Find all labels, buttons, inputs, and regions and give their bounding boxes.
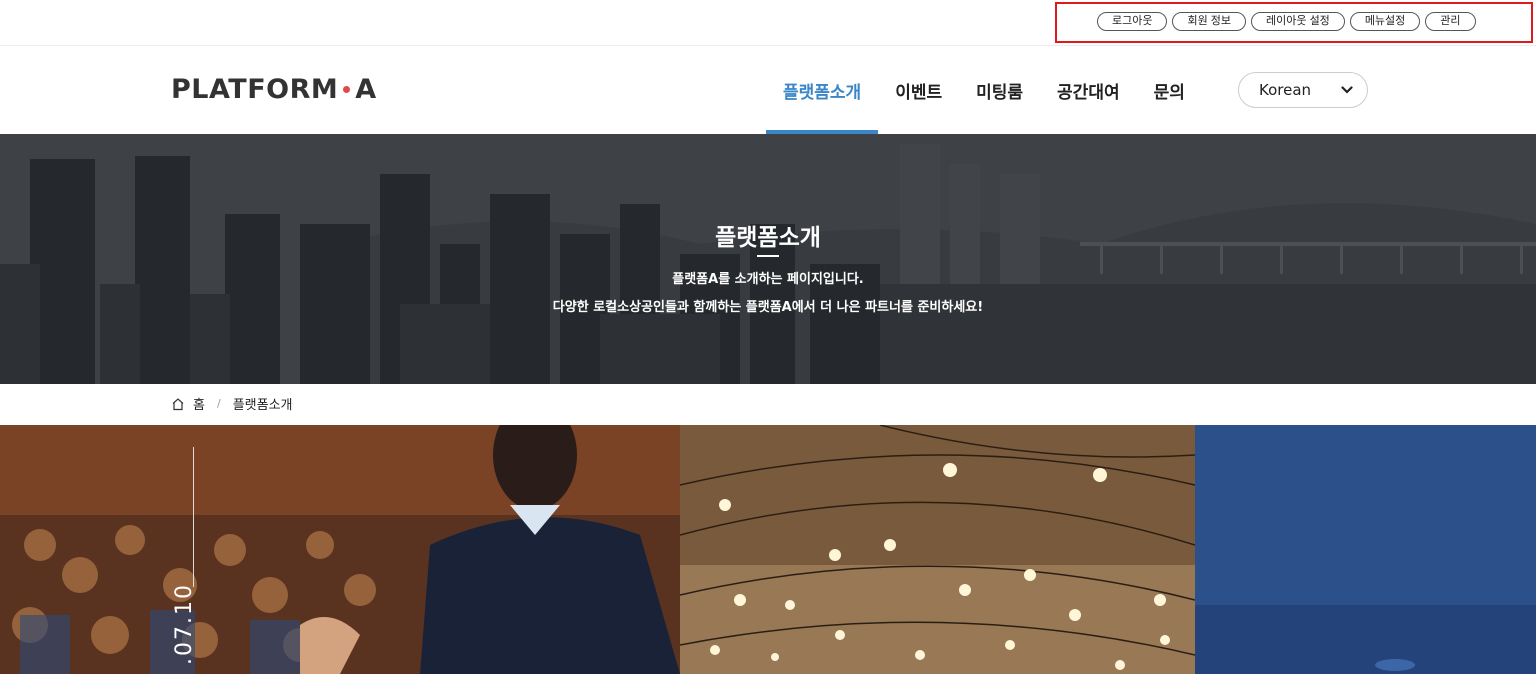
breadcrumb-separator: / bbox=[216, 397, 221, 410]
chevron-down-icon bbox=[1341, 86, 1353, 94]
date-label: .07.10 bbox=[172, 583, 197, 665]
title-divider bbox=[757, 255, 779, 257]
string-lights-image bbox=[680, 425, 1195, 674]
language-select[interactable]: Korean bbox=[1238, 72, 1368, 108]
logo-dot bbox=[343, 86, 351, 93]
conference-image-panel: .07.10 bbox=[0, 425, 680, 674]
hero-banner: 플랫폼소개 플랫폼A를 소개하는 페이지입니다. 다양한 로컬소상공인들과 함께… bbox=[0, 134, 1536, 384]
page-title: 플랫폼소개 bbox=[715, 225, 821, 251]
logout-button[interactable]: 로그아웃 bbox=[1097, 12, 1168, 31]
nav-item-inquiry[interactable]: 문의 bbox=[1137, 46, 1202, 134]
breadcrumb-home[interactable]: 홈 bbox=[193, 394, 205, 413]
home-icon[interactable] bbox=[171, 397, 185, 411]
hero-description-line-2: 다양한 로컬소상공인들과 함께하는 플랫폼A에서 더 나은 파트너를 준비하세요… bbox=[552, 300, 984, 315]
nav-item-platform-intro[interactable]: 플랫폼소개 bbox=[766, 46, 879, 134]
blue-image-panel bbox=[1195, 425, 1536, 674]
logo-text-left: PLATFORM bbox=[171, 74, 339, 105]
utility-buttons: 로그아웃 회원 정보 레이아웃 설정 메뉴설정 관리 bbox=[1097, 12, 1476, 31]
breadcrumb-current: 플랫폼소개 bbox=[232, 398, 293, 413]
language-select-value: Korean bbox=[1259, 81, 1312, 99]
menu-settings-button[interactable]: 메뉴설정 bbox=[1349, 12, 1421, 31]
hero-description-line-1: 플랫폼A를 소개하는 페이지입니다. bbox=[672, 272, 864, 287]
nav-item-space-rental[interactable]: 공간대여 bbox=[1040, 46, 1137, 134]
nav-item-meeting-room[interactable]: 미팅룸 bbox=[959, 46, 1040, 134]
vertical-divider bbox=[193, 447, 194, 587]
main-nav: 플랫폼소개 이벤트 미팅룸 공간대여 문의 bbox=[766, 46, 1202, 134]
layout-settings-button[interactable]: 레이아웃 설정 bbox=[1251, 12, 1345, 31]
utility-bar: 로그아웃 회원 정보 레이아웃 설정 메뉴설정 관리 bbox=[0, 0, 1536, 46]
lights-image-panel bbox=[680, 425, 1195, 674]
logo-text-right: A bbox=[355, 74, 377, 105]
night-sky-image bbox=[1195, 425, 1536, 674]
admin-button[interactable]: 관리 bbox=[1425, 12, 1476, 31]
member-info-button[interactable]: 회원 정보 bbox=[1172, 12, 1247, 31]
site-logo[interactable]: PLATFORM A bbox=[171, 74, 377, 105]
breadcrumb: 홈 / 플랫폼소개 bbox=[171, 394, 293, 413]
hero-overlay bbox=[0, 134, 1536, 384]
conference-speaker-image bbox=[0, 425, 680, 674]
site-header: PLATFORM A 플랫폼소개 이벤트 미팅룸 공간대여 문의 Korean bbox=[0, 46, 1536, 134]
nav-item-events[interactable]: 이벤트 bbox=[878, 46, 959, 134]
